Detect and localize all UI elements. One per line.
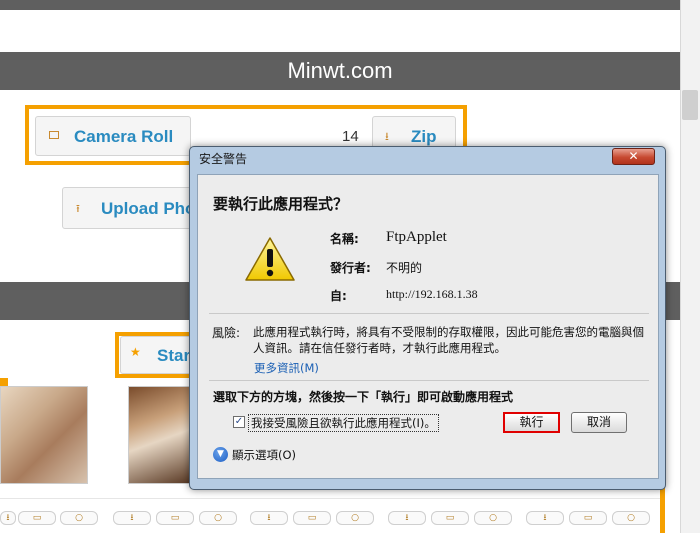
more-info-link[interactable]: 更多資訊(M)	[254, 360, 319, 376]
download-icon: ⭳	[543, 513, 547, 523]
source-url-value: http://192.168.1.38	[386, 287, 478, 301]
site-title-banner: Minwt.com	[0, 52, 680, 90]
thumb-folder-button[interactable]: ▭	[431, 511, 469, 525]
thumb-circle-button[interactable]: ○	[60, 511, 98, 525]
scrollbar-thumb[interactable]	[682, 90, 698, 120]
thumb-download-button[interactable]: ⭳	[0, 511, 16, 525]
thumb-folder-button[interactable]: ▭	[18, 511, 56, 525]
circle-icon: ○	[489, 513, 497, 523]
dialog-question: 要執行此應用程式？	[213, 195, 349, 213]
thumb-circle-button[interactable]: ○	[612, 511, 650, 525]
folder-icon: ▭	[307, 513, 317, 523]
page-scrollbar[interactable]	[680, 0, 700, 533]
folder-icon: ▭	[445, 513, 455, 523]
folder-icon: ▭	[583, 513, 593, 523]
thumb-download-button[interactable]: ⭳	[250, 511, 288, 525]
thumb-folder-button[interactable]: ▭	[569, 511, 607, 525]
upload-icon: ⭱	[76, 202, 80, 215]
app-name-value: FtpApplet	[386, 229, 447, 245]
checkmark-icon: ✓	[234, 416, 244, 427]
risk-description: 此應用程式執行時，將具有不受限制的存取權限，因此可能危害您的電腦與個人資訊。請在…	[253, 325, 644, 355]
close-icon: ✕	[628, 149, 639, 163]
risk-label: 風險:	[212, 326, 241, 340]
accept-risk-checkbox[interactable]: ✓	[233, 416, 245, 428]
circle-icon: ○	[351, 513, 359, 523]
source-label: 自:	[330, 289, 347, 303]
thumb-folder-button[interactable]: ▭	[293, 511, 331, 525]
folder-icon: ▭	[32, 513, 42, 523]
download-icon: ⭳	[385, 130, 389, 143]
circle-icon: ○	[75, 513, 83, 523]
publisher-label: 發行者:	[330, 261, 371, 275]
thumb-circle-button[interactable]: ○	[336, 511, 374, 525]
thumb-download-button[interactable]: ⭳	[388, 511, 426, 525]
download-icon: ⭳	[6, 513, 10, 523]
thumb-circle-button[interactable]: ○	[474, 511, 512, 525]
cancel-button[interactable]: 取消	[571, 412, 627, 433]
thumb-download-button[interactable]: ⭳	[113, 511, 151, 525]
chevron-down-circle-icon[interactable]: ▼	[213, 447, 228, 462]
top-header-bar	[0, 0, 680, 10]
thumb-folder-button[interactable]: ▭	[156, 511, 194, 525]
download-icon: ⭳	[267, 513, 271, 523]
photo-thumbnail[interactable]	[0, 386, 88, 484]
thumb-download-button[interactable]: ⭳	[526, 511, 564, 525]
accept-risk-label[interactable]: 我接受風險且欲執行此應用程式(I)。	[248, 414, 439, 432]
download-icon: ⭳	[130, 513, 134, 523]
run-button[interactable]: 執行	[503, 412, 560, 433]
name-label: 名稱:	[330, 232, 359, 246]
photo-thumbnail[interactable]	[128, 386, 190, 484]
folder-icon: ▭	[170, 513, 180, 523]
publisher-value: 不明的	[386, 261, 423, 275]
show-options-toggle[interactable]: 顯示選項(O)	[232, 447, 296, 463]
circle-icon: ○	[627, 513, 635, 523]
close-button[interactable]: ✕	[612, 148, 655, 165]
circle-icon: ○	[214, 513, 222, 523]
warning-triangle-icon	[245, 237, 295, 281]
divider	[209, 313, 649, 314]
upload-photos-button[interactable]: Upload Pho	[62, 187, 202, 229]
image-icon	[49, 131, 59, 139]
divider	[209, 380, 649, 381]
run-instruction: 選取下方的方塊，然後按一下「執行」即可啟動應用程式	[213, 390, 514, 404]
download-icon: ⭳	[405, 513, 409, 523]
dialog-title: 安全警告	[199, 152, 248, 166]
star-icon: ★	[130, 345, 141, 359]
gallery-separator	[0, 498, 660, 499]
thumb-circle-button[interactable]: ○	[199, 511, 237, 525]
